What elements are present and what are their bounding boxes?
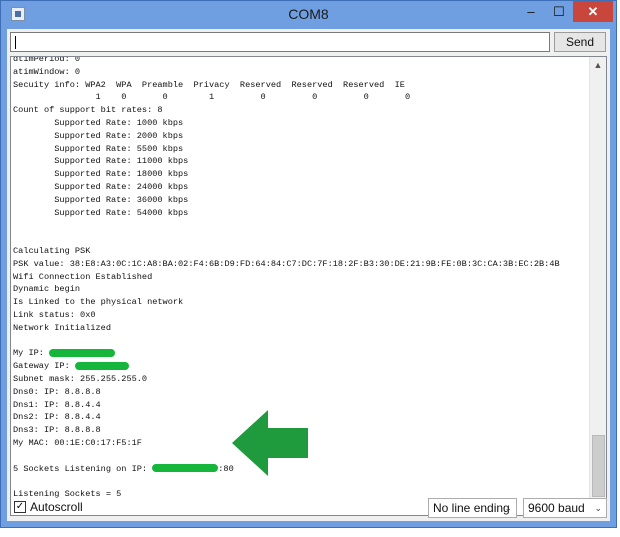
chevron-down-icon: ⌄ (504, 503, 512, 513)
serial-line-text: dtimPeriod: 0 (13, 56, 81, 64)
serial-line: 1 0 0 1 0 0 0 0 (13, 91, 560, 104)
scroll-thumb[interactable] (592, 435, 605, 497)
serial-line-text: Link status: 0x0 (13, 309, 96, 320)
serial-line: Calculating PSK (13, 245, 560, 258)
serial-line (13, 475, 560, 488)
serial-line: PSK value: 38:E8:A3:0C:1C:A8:BA:02:F4:6B… (13, 258, 560, 271)
baud-rate-value: 9600 baud (528, 501, 585, 515)
serial-line-text: Dynamic begin (13, 284, 81, 295)
serial-line: Supported Rate: 11000 kbps (13, 155, 560, 168)
serial-line-text: Supported Rate: 2000 kbps (13, 130, 184, 141)
serial-monitor-window: COM8 – ☐ ✕ Send dtimPeriod: 0 atimWindow:… (0, 0, 617, 528)
serial-line-text: atimWindow: 0 (13, 66, 81, 77)
baud-rate-select[interactable]: 9600 baud ⌄ (523, 498, 607, 518)
serial-line-text: Wifi Connection Established (13, 271, 153, 282)
serial-line-text: Is Linked to the physical network (13, 297, 184, 308)
line-ending-value: No line ending (433, 501, 510, 515)
send-button[interactable]: Send (554, 32, 606, 52)
serial-line: dtimPeriod: 0 (13, 56, 560, 66)
serial-line-text: 1 0 0 1 0 0 0 0 (13, 92, 411, 103)
close-button[interactable]: ✕ (573, 1, 613, 22)
serial-line-text: PSK value: 38:E8:A3:0C:1C:A8:BA:02:F4:6B… (13, 258, 560, 269)
serial-line: Link status: 0x0 (13, 309, 560, 322)
serial-line-text: My IP: (13, 348, 50, 359)
bottom-bar: ✓ Autoscroll No line ending ⌄ 9600 baud … (7, 495, 610, 521)
autoscroll-label: Autoscroll (30, 500, 83, 514)
serial-line-text: Supported Rate: 11000 kbps (13, 156, 189, 167)
serial-line-text: Supported Rate: 5500 kbps (13, 143, 184, 154)
serial-line-text: Dns3: IP: 8.8.8.8 (13, 425, 101, 436)
serial-line: Secuity info: WPA2 WPA Preamble Privacy … (13, 79, 560, 92)
serial-line: Count of support bit rates: 8 (13, 104, 560, 117)
serial-line-text: Count of support bit rates: 8 (13, 105, 163, 116)
serial-line: Supported Rate: 54000 kbps (13, 207, 560, 220)
chevron-down-icon: ⌄ (594, 503, 602, 513)
redacted-ip (152, 464, 219, 473)
redacted-ip (74, 361, 129, 370)
scroll-up-icon[interactable]: ▲ (590, 57, 606, 73)
serial-line-text: 5 Sockets Listening on IP: (13, 463, 153, 474)
serial-output-panel[interactable]: dtimPeriod: 0 atimWindow: 0 Secuity info: … (10, 56, 607, 516)
serial-line: My IP: (13, 347, 560, 360)
minimize-button[interactable]: – (517, 1, 545, 22)
serial-line (13, 219, 560, 232)
serial-line-text: Supported Rate: 24000 kbps (13, 181, 189, 192)
serial-line: Subnet mask: 255.255.255.0 (13, 373, 560, 386)
title-bar[interactable]: COM8 – ☐ ✕ (1, 1, 616, 29)
serial-line: Supported Rate: 36000 kbps (13, 194, 560, 207)
serial-line (13, 335, 560, 348)
serial-line-text: Dns1: IP: 8.8.4.4 (13, 399, 101, 410)
serial-line-text: Dns0: IP: 8.8.8.8 (13, 386, 101, 397)
serial-line-text: Supported Rate: 54000 kbps (13, 207, 189, 218)
serial-line (13, 232, 560, 245)
line-ending-select[interactable]: No line ending ⌄ (428, 498, 517, 518)
serial-line: Supported Rate: 1000 kbps (13, 117, 560, 130)
serial-line-text: Calculating PSK (13, 245, 91, 256)
client-area: Send dtimPeriod: 0 atimWindow: 0 Secuity i… (7, 29, 610, 521)
serial-line: Dns0: IP: 8.8.8.8 (13, 386, 560, 399)
serial-line-text: Supported Rate: 1000 kbps (13, 117, 184, 128)
serial-line: Dynamic begin (13, 283, 560, 296)
serial-line-text: Dns2: IP: 8.8.4.4 (13, 412, 101, 423)
green-arrow-icon (232, 410, 308, 476)
serial-line-text: Secuity info: WPA2 WPA Preamble Privacy … (13, 79, 405, 90)
serial-line: Network Initialized (13, 322, 560, 335)
serial-line-text: Gateway IP: (13, 361, 75, 372)
send-input[interactable] (10, 32, 550, 52)
serial-line-text: Supported Rate: 18000 kbps (13, 169, 189, 180)
serial-line-text: Supported Rate: 36000 kbps (13, 194, 189, 205)
redacted-ip (49, 349, 116, 358)
serial-line: Supported Rate: 5500 kbps (13, 143, 560, 156)
maximize-button[interactable]: ☐ (545, 1, 573, 22)
serial-line-text: My MAC: 00:1E:C0:17:F5:1F (13, 437, 142, 448)
serial-line: Wifi Connection Established (13, 271, 560, 284)
serial-line-text: Subnet mask: 255.255.255.0 (13, 373, 148, 384)
vertical-scrollbar[interactable]: ▲ ▼ (589, 57, 606, 515)
serial-line: Supported Rate: 18000 kbps (13, 168, 560, 181)
serial-line: atimWindow: 0 (13, 66, 560, 79)
serial-line: Supported Rate: 24000 kbps (13, 181, 560, 194)
autoscroll-checkbox[interactable]: ✓ (14, 501, 26, 513)
serial-line: Is Linked to the physical network (13, 296, 560, 309)
serial-line: Gateway IP: (13, 360, 560, 373)
serial-line: Supported Rate: 2000 kbps (13, 130, 560, 143)
serial-line-text: Network Initialized (13, 322, 111, 333)
